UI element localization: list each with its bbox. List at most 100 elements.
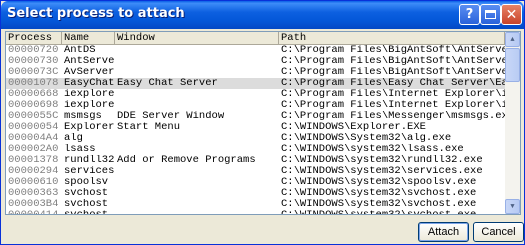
cell-process-id: 00000698 — [8, 100, 59, 111]
cell-process-id: 00000668 — [8, 89, 59, 100]
cell-name: svchost — [64, 188, 109, 199]
vertical-scrollbar[interactable]: ▲ ▼ — [505, 32, 520, 214]
cell-window: Start Menu — [117, 122, 181, 133]
cell-name: Explorer — [64, 122, 115, 133]
cell-name: iexplore — [64, 89, 115, 100]
dialog-title: Select process to attach — [7, 6, 185, 21]
cell-process-id: 000002A0 — [8, 144, 59, 155]
column-header-process[interactable]: Process — [6, 32, 62, 44]
cell-name: AvServer — [64, 67, 115, 78]
cell-process-id: 00000610 — [8, 177, 59, 188]
cell-window — [115, 89, 279, 100]
cell-path: C:\WINDOWS\system32\rundll32.exe — [281, 155, 483, 166]
attach-button[interactable]: Attach — [418, 222, 469, 242]
cell-window — [115, 56, 279, 67]
cell-process-id: 000003B4 — [8, 199, 59, 210]
column-header-path[interactable]: Path — [279, 32, 505, 44]
cell-window — [115, 166, 279, 177]
cell-name: EasyChat — [64, 78, 115, 89]
cell-process-id: 00000414 — [6, 210, 62, 214]
table-row[interactable]: 00000730 AntServer C:\Program Files\BigAnt… — [6, 56, 505, 67]
table-row[interactable]: 000002A0 lsass C:\WINDOWS\system32\lsass.e… — [6, 144, 505, 155]
title-bar[interactable]: Select process to attach ? ✕ — [1, 1, 524, 29]
table-row[interactable]: 000003B4 svchost C:\WINDOWS\system32\svcho… — [6, 199, 505, 210]
cell-process-id: 0000073C — [8, 67, 59, 78]
table-row[interactable]: 00000720 AntDS C:\Program Files\BigAntSoft… — [6, 45, 505, 56]
cell-window: DDE Server Window — [117, 111, 225, 122]
cell-process-id: 00000730 — [8, 56, 59, 67]
help-button[interactable]: ? — [459, 4, 480, 25]
cell-path: C:\Program Files\Internet Explorer\iex — [281, 100, 505, 111]
cell-path: C:\WINDOWS\system32\svchost.exe — [281, 199, 477, 210]
cell-name: AntDS — [64, 45, 96, 56]
cell-window — [115, 45, 279, 56]
cell-path: C:\Program Files\Easy Chat Server\Easy — [281, 78, 505, 89]
table-row[interactable]: 00000294 services C:\WINDOWS\system32\serv… — [6, 166, 505, 177]
cell-path: C:\Program Files\Internet Explorer\iex — [281, 89, 505, 100]
maximize-icon — [485, 10, 496, 19]
arrow-up-icon: ▲ — [510, 35, 515, 44]
cell-path: C:\WINDOWS\System32\alg.exe — [281, 133, 452, 144]
cell-process-id: 00000294 — [8, 166, 59, 177]
cell-window — [115, 100, 279, 111]
table-row[interactable]: 00000363 svchost C:\WINDOWS\system32\svcho… — [6, 188, 505, 199]
close-button[interactable]: ✕ — [501, 4, 522, 25]
cell-process-id: 00000054 — [8, 122, 59, 133]
cell-process-id: 000004A4 — [8, 133, 59, 144]
close-icon: ✕ — [505, 6, 518, 23]
cell-name: AntServer — [64, 56, 115, 67]
cell-path: C:\Program Files\BigAntSoft\AntServer\ — [281, 56, 505, 67]
cell-path: C:\WINDOWS\system32\lsass.exe — [281, 144, 464, 155]
list-header: Process Name Window Path — [6, 32, 505, 45]
table-row[interactable]: 00000414svchost C:\WINDOWS\system32\svcho… — [6, 210, 505, 214]
arrow-down-icon: ▼ — [510, 202, 515, 211]
cell-name: rundll32 — [64, 155, 115, 166]
cell-process-id: 00001078 — [8, 78, 59, 89]
table-row[interactable]: 00000698 iexplore C:\Program Files\Interne… — [6, 100, 505, 111]
cell-path: C:\WINDOWS\system32\spoolsv.exe — [281, 177, 477, 188]
maximize-button[interactable] — [480, 4, 501, 25]
cell-name: svchost — [62, 210, 115, 214]
cell-window — [115, 210, 279, 214]
cell-window — [115, 177, 279, 188]
table-row[interactable]: 0000073C AvServer C:\Program Files\BigAntS… — [6, 67, 505, 78]
table-row[interactable]: 00001378 rundll32 Add or Remove Programs C:… — [6, 155, 505, 166]
cell-name: alg — [64, 133, 83, 144]
cell-window — [115, 144, 279, 155]
cell-name: msmsgs — [64, 111, 102, 122]
table-row[interactable]: 00000610 spoolsv C:\WINDOWS\system32\spool… — [6, 177, 505, 188]
process-list[interactable]: Process Name Window Path 00000720 AntDS C:… — [5, 31, 521, 215]
cell-path: C:\WINDOWS\Explorer.EXE — [281, 122, 426, 133]
cell-window — [115, 133, 279, 144]
scroll-down-button[interactable]: ▼ — [505, 199, 520, 214]
cell-window — [115, 188, 279, 199]
table-row[interactable]: 000004A4 alg C:\WINDOWS\System32\alg.exe — [6, 133, 505, 144]
table-row-selected[interactable]: 00001078 EasyChat Easy Chat Server C:\Progr… — [6, 78, 505, 89]
cell-window: Add or Remove Programs — [117, 155, 256, 166]
cell-path: C:\Program Files\BigAntSoft\AntServer\ — [281, 67, 505, 78]
cancel-button[interactable]: Cancel — [473, 222, 524, 242]
help-icon: ? — [465, 7, 474, 22]
cell-name: lsass — [64, 144, 96, 155]
table-row[interactable]: 0000055C msmsgs DDE Server Window C:\Progra… — [6, 111, 505, 122]
cell-name: services — [64, 166, 115, 177]
column-header-window[interactable]: Window — [115, 32, 279, 44]
scroll-thumb[interactable] — [505, 48, 520, 82]
cell-process-id: 0000055C — [8, 111, 59, 122]
column-header-name[interactable]: Name — [62, 32, 115, 44]
cell-name: iexplore — [64, 100, 115, 111]
cell-path: C:\WINDOWS\system32\svchost.exe — [281, 188, 477, 199]
table-row[interactable]: 00000668 iexplore C:\Program Files\Interne… — [6, 89, 505, 100]
cell-process-id: 00001378 — [8, 155, 59, 166]
cell-process-id: 00000363 — [8, 188, 59, 199]
cell-path: C:\Program Files\Messenger\msmsgs.exe — [281, 111, 505, 122]
cell-window — [115, 67, 279, 78]
cell-process-id: 00000720 — [8, 45, 59, 56]
table-row[interactable]: 00000054 Explorer Start Menu C:\WINDOWS\Exp… — [6, 122, 505, 133]
cell-window: Easy Chat Server — [117, 78, 218, 89]
cell-path: C:\WINDOWS\system32\services.exe — [281, 166, 483, 177]
process-rows: 00000720 AntDS C:\Program Files\BigAntSoft… — [6, 45, 505, 214]
cell-name: spoolsv — [64, 177, 109, 188]
cell-path: C:\Program Files\BigAntSoft\AntServer\ — [281, 45, 505, 56]
scroll-up-button[interactable]: ▲ — [505, 32, 520, 47]
